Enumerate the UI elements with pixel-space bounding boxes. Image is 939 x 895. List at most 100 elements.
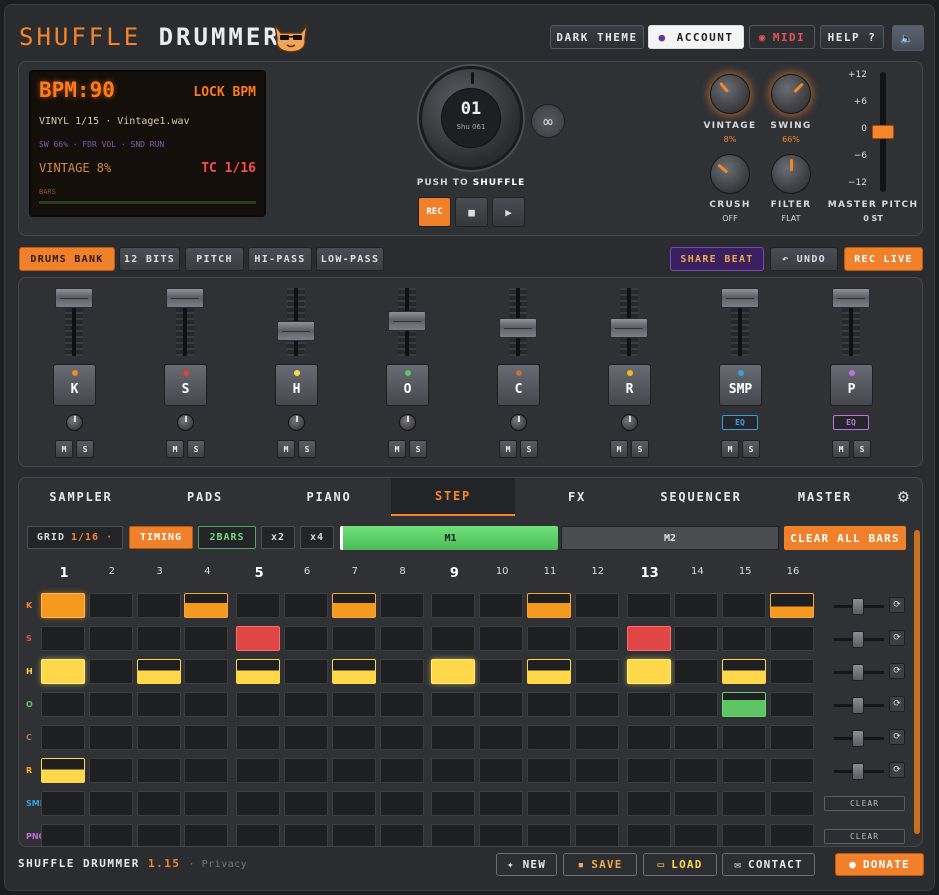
bar-m1-button[interactable]: M1 [340,526,558,550]
rec-live-button[interactable]: REC LIVE [844,247,923,271]
volume-fader-thumb[interactable] [832,288,870,308]
step-cell[interactable] [431,593,476,618]
row-clear-button[interactable]: CLEAR [824,796,905,811]
low-pass-button[interactable]: LOW-PASS [316,247,384,271]
step-cell[interactable] [722,758,767,783]
step-cell[interactable] [331,725,376,750]
step-cell[interactable] [574,593,619,618]
step-cell[interactable] [770,758,814,783]
load-button[interactable]: ▭ LOAD [643,853,717,876]
step-cell[interactable] [770,692,814,717]
step-cell[interactable] [479,824,524,846]
row-volume-thumb[interactable] [852,631,864,648]
row-volume-slider[interactable] [834,631,884,648]
solo-button[interactable]: S [298,440,316,458]
step-cell[interactable] [236,824,281,846]
account-button[interactable]: ● ACCOUNT [648,25,744,49]
step-cell[interactable] [626,692,671,717]
step-cell[interactable] [41,593,85,618]
volume-fader-thumb[interactable] [166,288,204,308]
step-cell[interactable] [88,659,133,684]
eq-button[interactable]: EQ [722,415,758,430]
step-cell[interactable] [722,725,767,750]
drum-pad[interactable]: H [275,364,318,406]
play-button[interactable]: ▶ [492,197,525,227]
step-cell[interactable] [626,758,671,783]
step-cell[interactable] [88,626,133,651]
step-cell[interactable] [574,791,619,816]
step-cell[interactable] [331,791,376,816]
timing-button[interactable]: TIMING [129,526,193,549]
record-button[interactable]: REC [418,197,451,227]
pan-knob[interactable] [66,414,83,431]
step-cell[interactable] [184,692,229,717]
step-cell[interactable] [626,791,671,816]
privacy-link[interactable]: · Privacy [189,859,248,870]
step-cell[interactable] [431,725,476,750]
dark-theme-button[interactable]: DARK THEME [550,25,644,49]
step-cell[interactable] [284,659,328,684]
volume-fader-thumb[interactable] [610,318,648,338]
donate-button[interactable]: ● DONATE [835,853,924,876]
row-volume-slider[interactable] [834,598,884,615]
step-cell[interactable] [136,791,181,816]
step-cell[interactable] [136,626,181,651]
step-cell[interactable] [136,692,181,717]
step-cell[interactable] [770,626,814,651]
volume-fader-thumb[interactable] [388,310,426,331]
step-cell[interactable] [379,659,424,684]
volume-fader-thumb[interactable] [721,288,759,308]
2bars-button[interactable]: 2BARS [198,526,256,549]
pan-knob[interactable] [621,414,638,431]
step-cell[interactable] [479,692,524,717]
step-cell[interactable] [284,692,328,717]
lock-bpm-button[interactable]: LOCK BPM [193,85,256,100]
hi-pass-button[interactable]: HI-PASS [248,247,312,271]
solo-button[interactable]: S [631,440,649,458]
mute-button[interactable]: M [721,440,739,458]
mute-button[interactable]: M [55,440,73,458]
row-reset-icon[interactable]: ⟳ [889,762,905,778]
step-cell[interactable] [284,593,328,618]
drum-pad[interactable]: C [497,364,540,406]
row-reset-icon[interactable]: ⟳ [889,663,905,679]
vintage-knob[interactable] [710,74,750,114]
volume-fader-thumb[interactable] [277,320,315,341]
step-cell[interactable] [674,824,719,846]
solo-button[interactable]: S [853,440,871,458]
step-cell[interactable] [331,626,376,651]
step-cell[interactable] [431,758,476,783]
row-volume-slider[interactable] [834,697,884,714]
grid-select[interactable]: GRID 1/16 · [27,526,123,549]
step-cell[interactable] [431,626,476,651]
step-cell[interactable] [674,791,719,816]
step-cell[interactable] [184,593,229,618]
step-cell[interactable] [88,824,133,846]
solo-button[interactable]: S [76,440,94,458]
step-cell[interactable] [626,824,671,846]
step-cell[interactable] [41,692,85,717]
step-cell[interactable] [88,725,133,750]
step-cell[interactable] [770,593,814,618]
step-cell[interactable] [527,758,571,783]
gear-icon[interactable]: ⚙ [898,488,916,506]
step-cell[interactable] [41,659,85,684]
step-cell[interactable] [284,758,328,783]
step-cell[interactable] [674,593,719,618]
step-cell[interactable] [626,626,671,651]
x4-button[interactable]: x4 [300,526,334,549]
row-volume-thumb[interactable] [852,697,864,714]
step-cell[interactable] [722,824,767,846]
step-cell[interactable] [626,659,671,684]
step-cell[interactable] [136,593,181,618]
step-cell[interactable] [574,626,619,651]
step-cell[interactable] [479,659,524,684]
step-cell[interactable] [184,659,229,684]
step-cell[interactable] [479,791,524,816]
step-cell[interactable] [479,593,524,618]
step-cell[interactable] [136,659,181,684]
step-cell[interactable] [284,626,328,651]
step-cell[interactable] [626,593,671,618]
row-reset-icon[interactable]: ⟳ [889,729,905,745]
step-cell[interactable] [331,692,376,717]
